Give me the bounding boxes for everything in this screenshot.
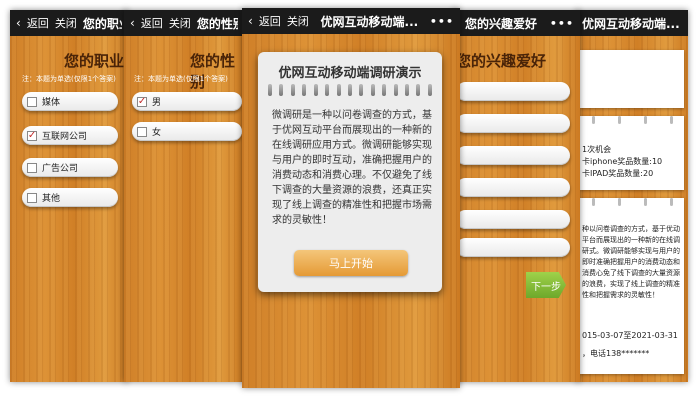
close-button[interactable]: 关闭 <box>169 15 191 31</box>
option-bar[interactable] <box>456 178 570 197</box>
check-mark-icon: ✓ <box>27 129 37 141</box>
back-chevron-icon[interactable]: ‹ <box>248 14 253 28</box>
option-internet-company[interactable]: ✓ 互联网公司 <box>22 126 118 145</box>
question-heading: 您的兴趣爱好 <box>456 52 547 70</box>
check-mark-icon: ✓ <box>137 95 147 107</box>
screen-hobbies: 您的兴趣爱好 ••• 您的兴趣爱好 下一步 <box>452 10 580 382</box>
option-label: 男 <box>152 98 162 108</box>
screen-gender: ‹ 返回 关闭 您的性别 您的性别 注：本题为单选(仅限1个答案) ✓ 男 女 <box>124 10 244 382</box>
more-icon[interactable]: ••• <box>430 15 454 28</box>
spiral-binding <box>268 84 432 98</box>
prize-line: 卡IPAD奖品数量:20 <box>582 169 654 178</box>
checkbox[interactable] <box>27 192 37 203</box>
page-title: 优网互动移动端... <box>582 16 680 31</box>
card-binding <box>580 116 684 124</box>
option-label: 女 <box>152 128 162 138</box>
back-button[interactable]: 返回 <box>27 15 49 31</box>
top-bar: ‹ 返回 关闭 优网互动移动端... ••• <box>242 8 460 34</box>
back-button[interactable]: 返回 <box>141 15 163 31</box>
prize-card: 1次机会 卡iphone奖品数量:10 卡IPAD奖品数量:20 <box>580 116 684 190</box>
page-title: 您的兴趣爱好 <box>464 16 537 31</box>
option-bar[interactable] <box>456 146 570 165</box>
option-female[interactable]: 女 <box>132 122 242 141</box>
option-media[interactable]: 媒体 <box>22 92 118 111</box>
option-bar[interactable] <box>456 114 570 133</box>
checkbox[interactable] <box>27 162 37 173</box>
option-male[interactable]: ✓ 男 <box>132 92 242 111</box>
back-chevron-icon[interactable]: ‹ <box>130 16 135 30</box>
screen-results: 优网互动移动端... 1次机会 卡iphone奖品数量:10 卡IPAD奖品数量… <box>576 10 688 382</box>
prize-line: 卡iphone奖品数量:10 <box>582 157 663 166</box>
option-other[interactable]: 其他 <box>22 188 118 207</box>
top-bar: ‹ 返回 关闭 您的职业 <box>10 10 128 36</box>
card-binding <box>580 198 684 206</box>
option-label: 媒体 <box>42 98 61 108</box>
checkbox[interactable] <box>27 96 37 107</box>
option-bar[interactable] <box>456 210 570 229</box>
contact-phone: ，电话138******* <box>582 349 650 358</box>
checkbox[interactable] <box>137 126 147 137</box>
description-card: 种以问卷调查的方式，基于优动平台而展现出的一种新的在线调研式。微调研能够实现与用… <box>580 198 684 374</box>
page-title: 您的性别 <box>196 16 238 31</box>
checkbox-checked[interactable]: ✓ <box>137 95 147 107</box>
option-label: 其他 <box>42 194 61 204</box>
question-note: 注：本题为单选(仅限1个答案) <box>134 75 228 83</box>
start-button[interactable]: 马上开始 <box>294 250 408 276</box>
close-button[interactable]: 关闭 <box>55 15 77 31</box>
screen-occupation: ‹ 返回 关闭 您的职业 您的职业 注：本题为单选(仅限1个答案) 媒体 ✓ 互… <box>10 10 128 382</box>
info-card-top <box>580 50 684 108</box>
intro-text: 微调研是一种以问卷调查的方式，基于优网互动平台而展现出的一种新的在线调研应用方式… <box>272 110 432 226</box>
option-bar[interactable] <box>456 238 570 257</box>
option-ad-company[interactable]: 广告公司 <box>22 158 118 177</box>
question-heading: 您的性别 <box>190 52 236 91</box>
top-bar: ‹ 返回 关闭 您的性别 <box>124 10 244 36</box>
date-range: 015-03-07至2021-03-31 <box>582 331 678 340</box>
page-title: 优网互动移动端... <box>320 14 419 29</box>
more-icon[interactable]: ••• <box>550 17 574 30</box>
next-button[interactable]: 下一步 <box>526 272 566 298</box>
back-button[interactable]: 返回 <box>259 13 281 29</box>
description-text: 种以问卷调查的方式，基于优动平台而展现出的一种新的在线调研式。微调研能够实现与用… <box>582 225 680 299</box>
back-chevron-icon[interactable]: ‹ <box>16 16 21 30</box>
top-bar: 优网互动移动端... <box>576 10 688 36</box>
checkbox-checked[interactable]: ✓ <box>27 129 37 141</box>
close-button[interactable]: 关闭 <box>287 13 309 29</box>
option-label: 广告公司 <box>42 164 79 174</box>
prize-line: 1次机会 <box>582 145 612 154</box>
modal-title: 优网互动移动端调研演示 <box>278 66 422 81</box>
question-heading: 您的职业 <box>64 52 125 70</box>
question-note: 注：本题为单选(仅限1个答案) <box>22 75 116 83</box>
option-label: 互联网公司 <box>42 132 88 142</box>
intro-modal: 优网互动移动端调研演示 微调研是一种以问卷调查的方式，基于优网互动平台而展现出的… <box>258 52 442 292</box>
top-bar: 您的兴趣爱好 ••• <box>452 10 580 36</box>
page-title: 您的职业 <box>82 16 122 31</box>
option-bar[interactable] <box>456 82 570 101</box>
